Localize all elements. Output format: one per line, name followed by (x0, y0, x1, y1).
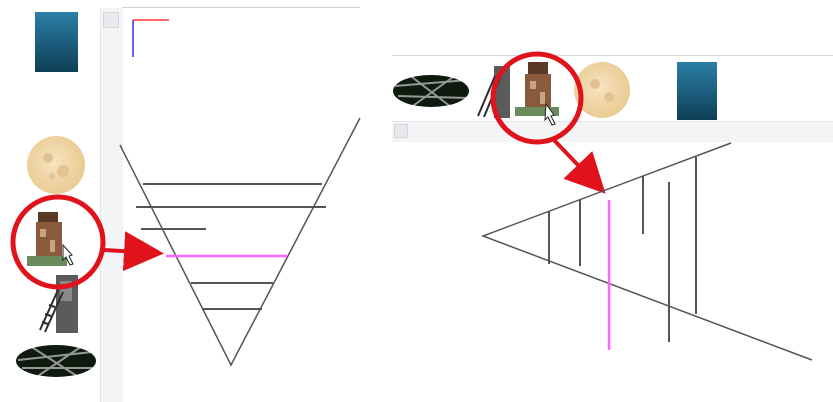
right-arrow-indicator (550, 136, 606, 194)
palm-tile-right[interactable] (393, 71, 469, 111)
tower-tile-right[interactable] (512, 62, 564, 126)
palm-tile[interactable] (16, 343, 96, 379)
square-gradient-tile[interactable] (35, 12, 78, 72)
square-gradient-tile-right[interactable] (677, 62, 717, 120)
left-funnel-lines (119, 117, 361, 367)
left-arrow-indicator (103, 231, 164, 272)
scene-canvas (10, 12, 813, 379)
right-funnel-lines (480, 142, 813, 361)
tower-tile[interactable] (27, 212, 74, 267)
moon-tile[interactable] (27, 136, 85, 194)
